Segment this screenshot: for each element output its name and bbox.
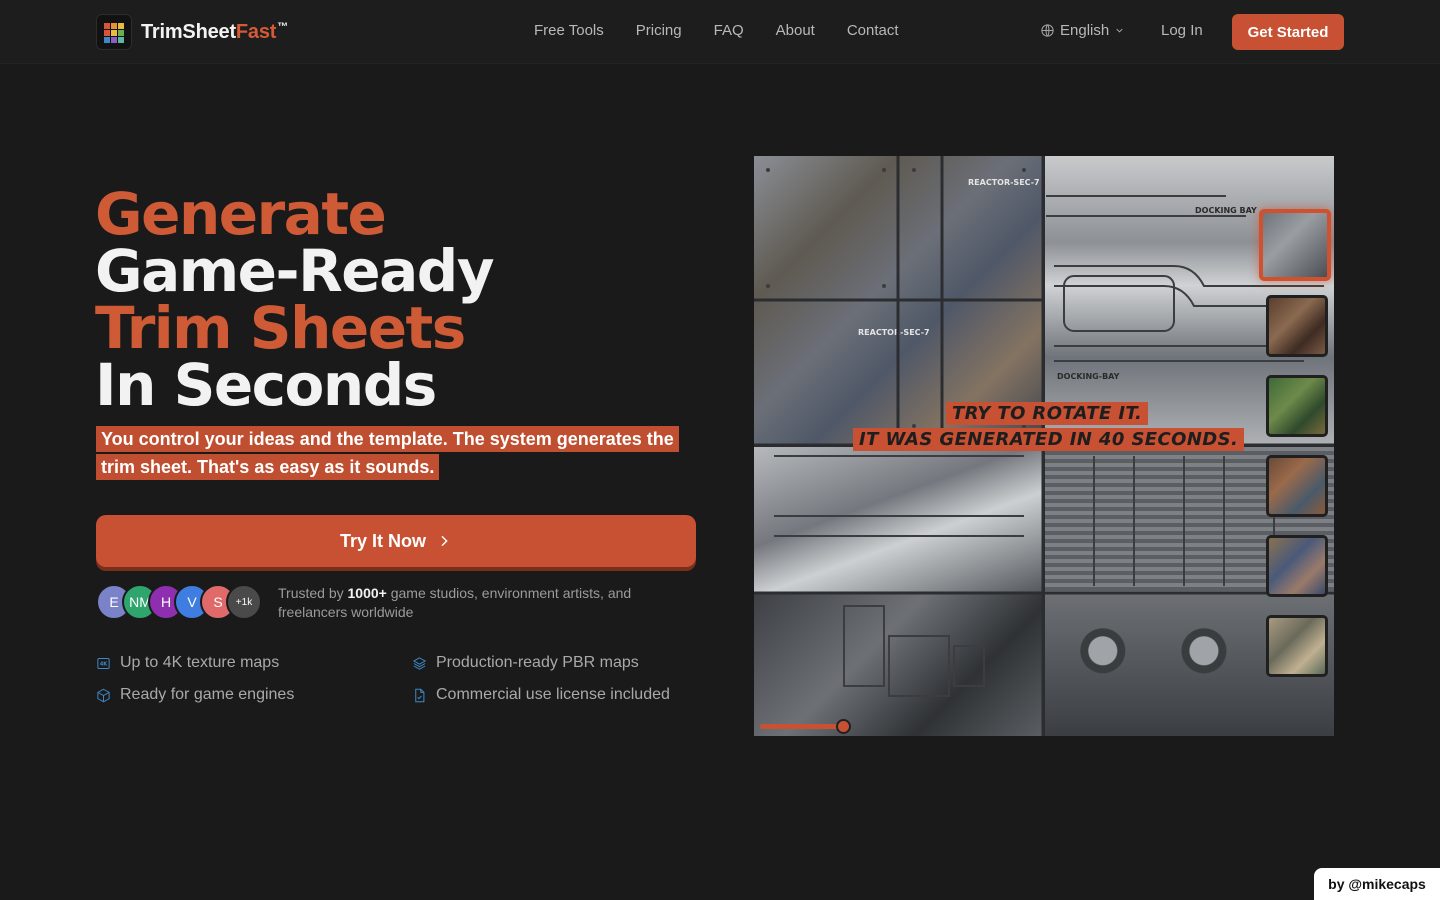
feature-item: Ready for game engines [96, 686, 294, 704]
feature-text: Commercial use license included [436, 686, 670, 703]
get-started-button[interactable]: Get Started [1232, 14, 1344, 50]
language-label: English [1060, 22, 1110, 39]
headline-line-2: Game-Ready [95, 237, 495, 305]
trusted-count: 1000+ [347, 585, 387, 601]
hero-subcopy: You control your ideas and the template.… [96, 425, 696, 481]
trim-sheet-thumbnail[interactable] [1266, 455, 1328, 517]
feature-item: Commercial use license included [412, 686, 670, 704]
trim-sheet-thumbnail[interactable] [1266, 535, 1328, 597]
globe-icon [1041, 24, 1054, 37]
svg-text:4K: 4K [100, 661, 108, 667]
top-nav: TrimSheetFast™ Free Tools Pricing FAQ Ab… [0, 0, 1440, 64]
brand-name-part1: TrimSheet [141, 20, 236, 43]
nav-link-contact[interactable]: Contact [847, 22, 899, 39]
chevron-right-icon [441, 535, 448, 547]
brand-name: TrimSheetFast™ [141, 21, 288, 44]
headline-line-3: Trim Sheets [95, 294, 466, 362]
hero-subcopy-text: You control your ideas and the template.… [96, 426, 679, 480]
avatar-more-count: +1k [226, 584, 262, 620]
avatar-stack: E NM H V S +1k [96, 584, 262, 620]
trim-sheet-thumbnail[interactable] [1266, 295, 1328, 357]
feature-text: Up to 4K texture maps [120, 654, 280, 671]
try-it-now-button[interactable]: Try It Now [96, 515, 696, 567]
4k-icon: 4K [96, 656, 111, 671]
hero-headline: Generate Game-Ready Trim Sheets In Secon… [95, 180, 495, 419]
document-icon [412, 688, 427, 703]
rotation-slider-handle[interactable] [836, 719, 851, 734]
feature-item: 4K Up to 4K texture maps [96, 654, 279, 672]
try-it-now-label: Try It Now [339, 530, 426, 551]
trademark: ™ [277, 20, 289, 33]
trusted-text: Trusted by 1000+ game studios, environme… [278, 584, 678, 622]
cube-icon [96, 688, 111, 703]
layers-icon [412, 656, 427, 671]
credit-badge[interactable]: by @mikecaps [1314, 868, 1440, 900]
feature-text: Production-ready PBR maps [436, 654, 639, 671]
feature-item: Production-ready PBR maps [412, 654, 639, 672]
brand-logo[interactable]: TrimSheetFast™ [96, 14, 288, 50]
headline-line-4: In Seconds [95, 351, 437, 419]
nav-link-faq[interactable]: FAQ [714, 22, 744, 39]
chevron-down-icon [1116, 28, 1123, 33]
brand-name-part2: Fast [235, 20, 277, 43]
trim-sheet-thumbnail[interactable] [1266, 615, 1328, 677]
overlay-caption-line-2: IT WAS GENERATED IN 40 SECONDS. [853, 428, 1245, 451]
feature-text: Ready for game engines [120, 686, 295, 703]
logo-icon [96, 14, 132, 50]
trim-sheet-preview[interactable]: REACTOR-SEC-7 REACTOR-SEC-7 DOCKING BAY … [754, 156, 1334, 736]
language-selector[interactable]: English [1040, 22, 1125, 39]
nav-link-pricing[interactable]: Pricing [636, 22, 682, 39]
nav-link-free-tools[interactable]: Free Tools [534, 22, 604, 39]
trim-sheet-thumbnail-selected[interactable] [1259, 209, 1331, 281]
nav-link-about[interactable]: About [776, 22, 815, 39]
overlay-caption-line-1: TRY TO ROTATE IT. [946, 402, 1149, 425]
nav-links: Free Tools Pricing FAQ About Contact [534, 22, 899, 39]
trusted-prefix: Trusted by [278, 585, 344, 601]
rotation-slider-track[interactable] [760, 724, 844, 729]
login-link[interactable]: Log In [1161, 22, 1203, 39]
trim-sheet-thumbnail[interactable] [1266, 375, 1328, 437]
headline-line-1: Generate [95, 180, 387, 248]
